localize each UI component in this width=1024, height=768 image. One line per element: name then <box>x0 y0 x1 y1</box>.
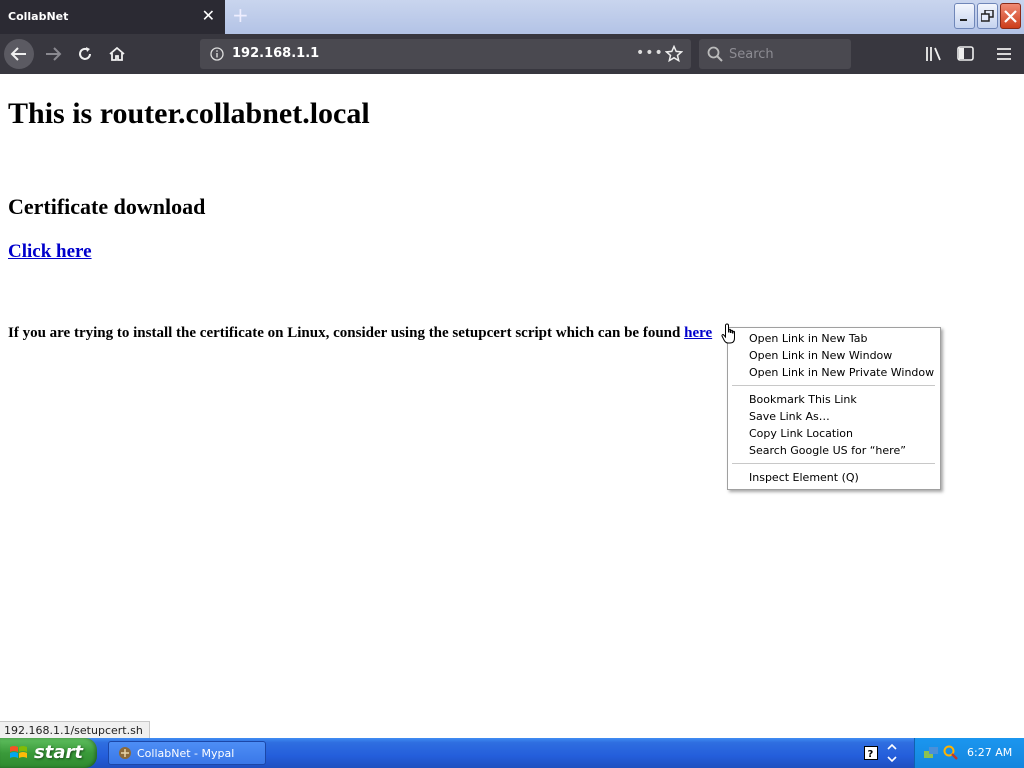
page-heading: This is router.collabnet.local <box>8 97 370 130</box>
system-tray: 6:27 AM <box>914 738 1024 768</box>
taskbar-item-label: CollabNet - Mypal <box>137 747 235 760</box>
hamburger-menu-icon[interactable] <box>995 45 1013 63</box>
search-tray-icon[interactable] <box>943 745 959 761</box>
minimize-button[interactable] <box>954 3 975 29</box>
windows-logo-icon <box>10 746 27 758</box>
taskbar-item-collabnet[interactable]: CollabNet - Mypal <box>108 741 266 765</box>
start-label: start <box>34 742 83 763</box>
start-button[interactable]: start <box>0 738 97 768</box>
network-icon[interactable] <box>923 745 939 761</box>
browser-app-icon <box>119 747 131 759</box>
restore-button[interactable] <box>977 3 998 29</box>
back-arrow-icon <box>10 47 26 61</box>
menu-item-bookmark-link[interactable]: Bookmark This Link <box>749 391 857 408</box>
tab-close-icon[interactable]: ✕ <box>202 7 215 25</box>
library-icon[interactable] <box>924 45 944 63</box>
forward-arrow-icon <box>46 47 62 61</box>
tab-title: CollabNet <box>8 10 69 23</box>
menu-item-open-private-window[interactable]: Open Link in New Private Window <box>749 364 934 381</box>
home-button[interactable] <box>102 39 132 69</box>
new-tab-icon[interactable]: + <box>232 4 249 26</box>
info-icon[interactable] <box>210 47 224 61</box>
restore-icon <box>981 10 994 22</box>
search-input[interactable] <box>729 43 844 65</box>
hand-cursor-icon <box>721 323 735 344</box>
linux-instructions-text: If you are trying to install the certifi… <box>8 325 685 341</box>
menu-item-search-google[interactable]: Search Google US for “here” <box>749 442 906 459</box>
sidebar-icon[interactable] <box>956 45 976 63</box>
forward-button[interactable] <box>38 39 68 69</box>
menu-separator <box>732 463 935 464</box>
search-bar[interactable] <box>699 39 851 69</box>
certificate-heading: Certificate download <box>8 194 206 219</box>
menu-item-copy-link-location[interactable]: Copy Link Location <box>749 425 853 442</box>
help-icon[interactable]: ? <box>864 746 878 760</box>
reload-icon <box>79 47 91 60</box>
menu-item-save-link-as[interactable]: Save Link As… <box>749 408 830 425</box>
home-icon <box>109 46 125 61</box>
more-icon[interactable]: ••• <box>636 45 664 61</box>
close-window-button[interactable] <box>1000 3 1021 29</box>
menu-item-open-new-window[interactable]: Open Link in New Window <box>749 347 892 364</box>
certificate-download-link[interactable]: Click here <box>8 241 92 263</box>
menu-separator <box>732 385 935 386</box>
tab-collabnet[interactable]: CollabNet ✕ <box>0 0 225 34</box>
clock: 6:27 AM <box>967 746 1013 759</box>
title-bar: CollabNet ✕ + <box>0 0 1024 34</box>
svg-text:?: ? <box>868 749 874 760</box>
minimize-icon <box>960 19 967 21</box>
search-icon <box>707 46 723 62</box>
menu-item-inspect-element[interactable]: Inspect Element (Q) <box>749 469 859 486</box>
tray-arrow-icon[interactable] <box>886 743 898 763</box>
close-icon <box>1004 10 1017 23</box>
linux-instructions: If you are trying to install the certifi… <box>8 325 712 342</box>
url-bar[interactable]: 192.168.1.1 ••• <box>200 39 691 69</box>
context-menu: Open Link in New Tab Open Link in New Wi… <box>727 327 941 490</box>
menu-item-open-new-tab[interactable]: Open Link in New Tab <box>749 330 868 347</box>
star-icon[interactable] <box>665 45 683 63</box>
back-button[interactable] <box>4 39 34 69</box>
url-text[interactable]: 192.168.1.1 <box>232 46 319 61</box>
reload-button[interactable] <box>70 39 100 69</box>
setupcert-link[interactable]: here <box>684 325 712 341</box>
